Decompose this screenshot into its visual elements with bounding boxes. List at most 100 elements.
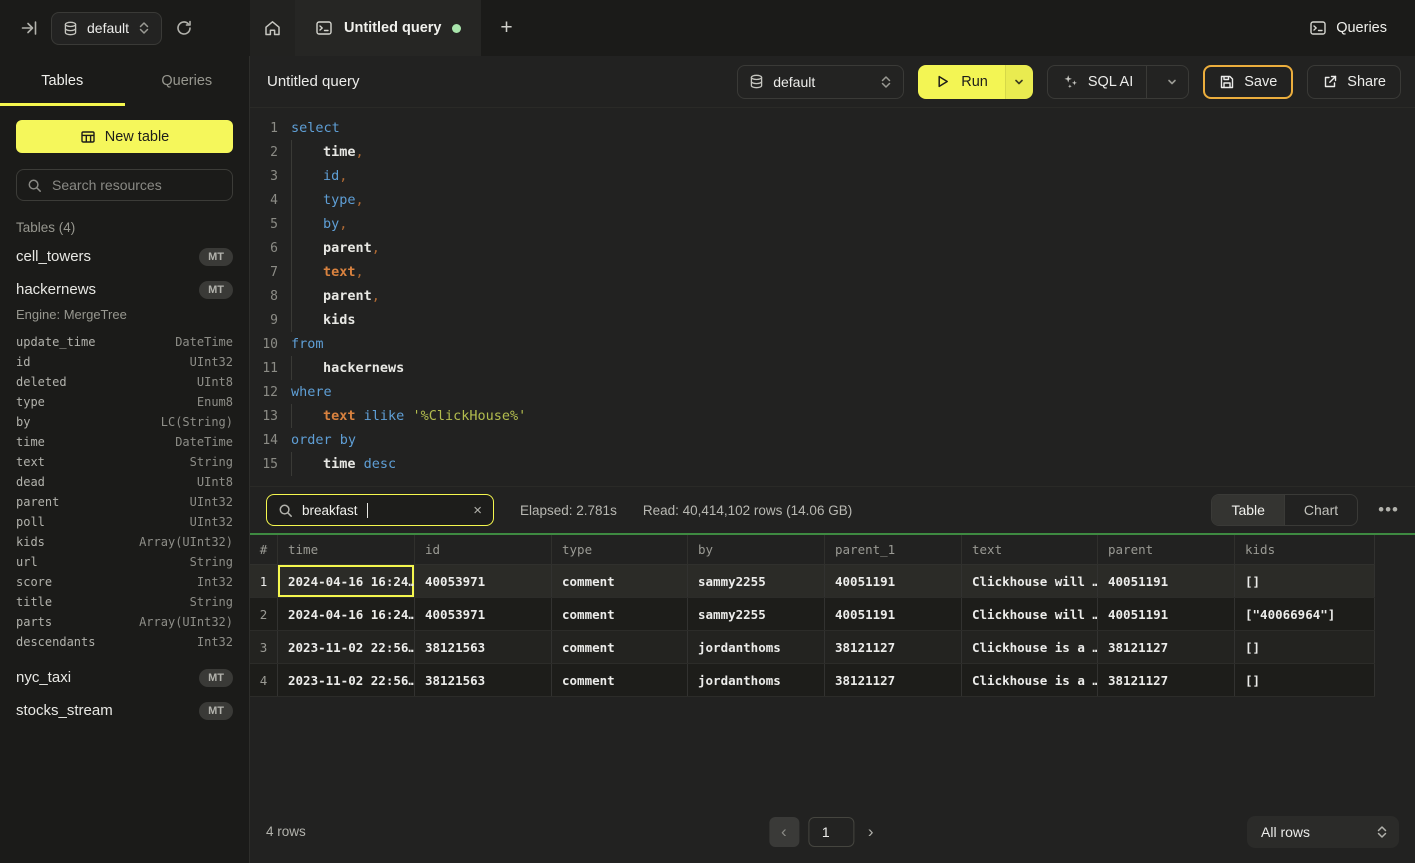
table-cell[interactable]: 40051191 (825, 598, 962, 630)
table-column-item[interactable]: parentUInt32 (16, 492, 233, 512)
column-header-id[interactable]: id (415, 535, 552, 564)
table-cell[interactable]: 38121127 (825, 664, 962, 696)
clear-filter-button[interactable]: × (473, 503, 482, 518)
table-column-item[interactable]: scoreInt32 (16, 572, 233, 592)
column-header-type[interactable]: type (552, 535, 688, 564)
column-header-num[interactable]: # (250, 535, 278, 564)
column-header-text[interactable]: text (962, 535, 1098, 564)
read-stat: Read: 40,414,102 rows (14.06 GB) (643, 503, 852, 518)
run-button[interactable]: Run (918, 65, 1005, 99)
sql-ai-button[interactable]: SQL AI (1047, 65, 1189, 99)
table-cell[interactable]: Clickhouse is a … (962, 664, 1098, 696)
query-header: Untitled query default (250, 56, 1415, 108)
editor-line: 3id, (250, 164, 1415, 188)
page-number-input[interactable]: 1 (808, 817, 854, 847)
column-name: dead (16, 472, 45, 492)
table-cell[interactable]: comment (552, 664, 688, 696)
table-cell[interactable]: 40051191 (825, 565, 962, 597)
view-toggle-chart[interactable]: Chart (1284, 495, 1357, 525)
previous-page-button[interactable]: ‹ (769, 817, 799, 847)
table-cell[interactable]: ["40066964"] (1235, 598, 1375, 630)
table-cell[interactable]: 40051191 (1098, 565, 1235, 597)
page-size-select[interactable]: All rows (1247, 816, 1399, 848)
table-column-item[interactable]: update_timeDateTime (16, 332, 233, 352)
table-column-item[interactable]: idUInt32 (16, 352, 233, 372)
table-cell[interactable]: 40051191 (1098, 598, 1235, 630)
table-column-item[interactable]: descendantsInt32 (16, 632, 233, 652)
sidebar-search[interactable] (16, 169, 233, 201)
table-column-item[interactable]: kidsArray(UInt32) (16, 532, 233, 552)
table-column-item[interactable]: timeDateTime (16, 432, 233, 452)
save-button[interactable]: Save (1203, 65, 1293, 99)
table-column-item[interactable]: typeEnum8 (16, 392, 233, 412)
table-column-item[interactable]: pollUInt32 (16, 512, 233, 532)
new-table-button[interactable]: New table (16, 120, 233, 153)
table-cell[interactable]: 38121127 (825, 631, 962, 663)
table-cell[interactable]: Clickhouse will … (962, 598, 1098, 630)
table-cell[interactable]: 2023-11-02 22:56… (278, 664, 415, 696)
table-cell[interactable]: jordanthoms (688, 631, 825, 663)
column-header-parent[interactable]: parent (1098, 535, 1235, 564)
sidebar-table-item[interactable]: stocks_streamMT (16, 694, 233, 727)
next-page-button[interactable]: › (863, 822, 879, 842)
column-name: id (16, 352, 30, 372)
sidebar-tab-tables[interactable]: Tables (0, 56, 125, 106)
table-column-item[interactable]: deadUInt8 (16, 472, 233, 492)
new-tab-button[interactable]: + (481, 0, 531, 56)
table-cell[interactable]: sammy2255 (688, 565, 825, 597)
table-cell[interactable]: 38121127 (1098, 664, 1235, 696)
table-cell[interactable]: [] (1235, 664, 1375, 696)
table-column-item[interactable]: textString (16, 452, 233, 472)
table-cell[interactable]: 2024-04-16 16:24… (278, 565, 415, 597)
database-selector-query[interactable]: default (737, 65, 904, 99)
table-cell[interactable]: 38121127 (1098, 631, 1235, 663)
column-header-parent_1[interactable]: parent_1 (825, 535, 962, 564)
column-name: descendants (16, 632, 95, 652)
table-column-item[interactable]: urlString (16, 552, 233, 572)
more-options-button[interactable]: ••• (1378, 500, 1399, 520)
table-cell[interactable]: 2023-11-02 22:56… (278, 631, 415, 663)
tab-untitled-query[interactable]: Untitled query (295, 0, 481, 56)
home-tab-button[interactable] (250, 0, 295, 56)
sidebar-table-item[interactable]: hackernewsMT (16, 273, 233, 306)
sparkles-icon (1062, 73, 1079, 90)
refresh-button[interactable] (175, 19, 193, 37)
database-selector-topbar[interactable]: default (51, 12, 162, 45)
table-cell[interactable]: Clickhouse is a … (962, 631, 1098, 663)
column-type: Enum8 (197, 392, 233, 412)
table-cell[interactable]: Clickhouse will … (962, 565, 1098, 597)
sidebar-tab-queries[interactable]: Queries (125, 56, 250, 106)
results-filter-input[interactable]: breakfast × (266, 494, 494, 526)
table-engine-badge: MT (199, 281, 233, 299)
table-cell[interactable]: comment (552, 631, 688, 663)
table-column-item[interactable]: partsArray(UInt32) (16, 612, 233, 632)
sidebar-table-item[interactable]: cell_towersMT (16, 240, 233, 273)
sql-editor[interactable]: 1select2time,3id,4type,5by,6parent,7text… (250, 108, 1415, 486)
column-header-time[interactable]: time (278, 535, 415, 564)
run-options-button[interactable] (1005, 65, 1033, 99)
table-cell[interactable]: 2024-04-16 16:24… (278, 598, 415, 630)
table-cell[interactable]: 38121563 (415, 631, 552, 663)
queries-button[interactable]: Queries (1309, 19, 1387, 37)
share-button[interactable]: Share (1307, 65, 1401, 99)
table-cell[interactable]: 40053971 (415, 565, 552, 597)
sidebar-table-item[interactable]: nyc_taxiMT (16, 661, 233, 694)
table-cell[interactable]: [] (1235, 631, 1375, 663)
table-cell[interactable]: 40053971 (415, 598, 552, 630)
sidebar-search-input[interactable] (50, 176, 222, 194)
column-header-by[interactable]: by (688, 535, 825, 564)
table-cell[interactable]: sammy2255 (688, 598, 825, 630)
table-column-item[interactable]: byLC(String) (16, 412, 233, 432)
collapse-sidebar-button[interactable] (20, 19, 38, 37)
column-header-kids[interactable]: kids (1235, 535, 1375, 564)
table-column-item[interactable]: titleString (16, 592, 233, 612)
table-column-item[interactable]: deletedUInt8 (16, 372, 233, 392)
table-cell[interactable]: comment (552, 565, 688, 597)
table-cell[interactable]: 38121563 (415, 664, 552, 696)
sql-ai-options-button[interactable] (1156, 76, 1188, 88)
table-cell[interactable]: [] (1235, 565, 1375, 597)
view-toggle-table[interactable]: Table (1212, 495, 1283, 525)
table-cell[interactable]: jordanthoms (688, 664, 825, 696)
ellipsis-icon: ••• (1378, 500, 1399, 519)
table-cell[interactable]: comment (552, 598, 688, 630)
